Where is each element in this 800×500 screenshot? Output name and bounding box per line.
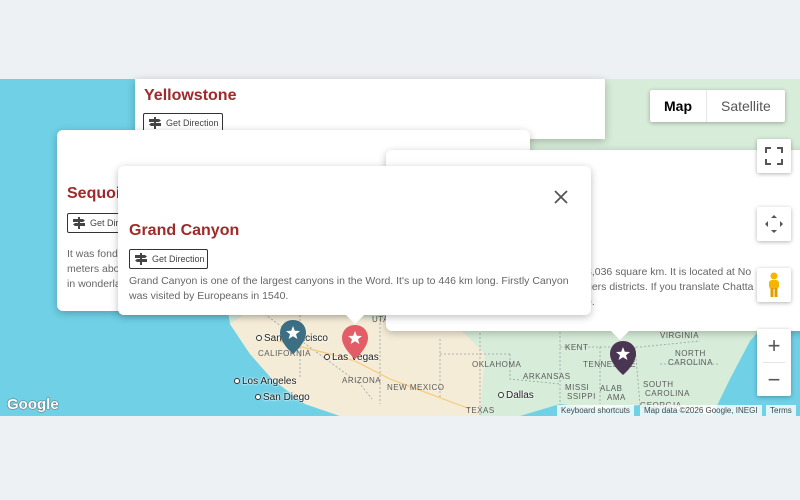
- state-label-new-mexico: NEW MEXICO: [387, 383, 445, 392]
- map-type-map-button[interactable]: Map: [650, 90, 707, 122]
- terms-link[interactable]: Terms: [766, 405, 796, 416]
- camera-control-icon: [765, 215, 783, 233]
- get-direction-button-grand-canyon[interactable]: Get Direction: [129, 249, 208, 269]
- state-label-sippi: SSIPPI: [567, 392, 596, 401]
- info-card-grand-canyon: Grand Canyon Get Direction Grand Canyon …: [118, 166, 591, 315]
- map-type-satellite-button[interactable]: Satellite: [707, 90, 785, 122]
- signpost-icon: [149, 117, 161, 129]
- pegman-button[interactable]: [757, 268, 791, 302]
- google-logo: Google: [7, 396, 59, 413]
- keyboard-shortcuts-link[interactable]: Keyboard shortcuts: [557, 405, 634, 416]
- get-direction-label: Get Direction: [152, 254, 205, 264]
- map-pin-purple[interactable]: [609, 340, 637, 376]
- signpost-icon: [135, 253, 147, 265]
- map-data-attribution: Map data ©2026 Google, INEGI: [640, 405, 762, 416]
- state-label-south: SOUTH: [643, 380, 674, 389]
- state-label-carolina: CAROLINA: [668, 358, 713, 367]
- state-label-carolina-2: CAROLINA: [645, 389, 690, 398]
- zoom-in-button[interactable]: +: [757, 329, 791, 362]
- state-label-arkansas: ARKANSAS: [523, 372, 571, 381]
- fullscreen-button[interactable]: [757, 139, 791, 173]
- card-title-yellowstone: Yellowstone: [144, 87, 237, 104]
- state-label-missi: MISSI: [565, 383, 590, 392]
- state-label-kent: KENT: [565, 343, 589, 352]
- card-title-grand-canyon: Grand Canyon: [129, 222, 240, 239]
- camera-control-button[interactable]: [757, 207, 791, 241]
- state-label-virginia: VIRGINIA: [660, 331, 700, 340]
- state-label-arizona: ARIZONA: [342, 376, 382, 385]
- fullscreen-icon: [765, 147, 783, 165]
- state-label-alab: ALAB: [600, 384, 623, 393]
- zoom-out-button[interactable]: −: [757, 363, 791, 396]
- city-label-dallas: Dallas: [498, 390, 534, 401]
- city-label-los-angeles: Los Angeles: [234, 376, 297, 387]
- state-label-ama: AMA: [607, 393, 626, 402]
- map-pin-teal[interactable]: [279, 319, 307, 355]
- pegman-icon: [769, 272, 779, 297]
- card-desc-grand-canyon: Grand Canyon is one of the largest canyo…: [129, 275, 569, 302]
- map-pin-red[interactable]: [341, 324, 369, 360]
- state-label-oklahoma: OKLAHOMA: [472, 360, 522, 369]
- zoom-control: + −: [757, 329, 791, 396]
- card-pointer-grand-canyon: [345, 314, 365, 324]
- signpost-icon: [73, 217, 85, 229]
- close-icon[interactable]: [551, 187, 571, 207]
- city-label-san-diego: San Diego: [255, 392, 310, 403]
- card-pointer-third: [610, 330, 630, 340]
- get-direction-label: Get Direction: [166, 118, 219, 128]
- state-label-north: NORTH: [675, 349, 706, 358]
- map-type-control: Map Satellite: [650, 90, 785, 122]
- state-label-texas: TEXAS: [466, 406, 495, 415]
